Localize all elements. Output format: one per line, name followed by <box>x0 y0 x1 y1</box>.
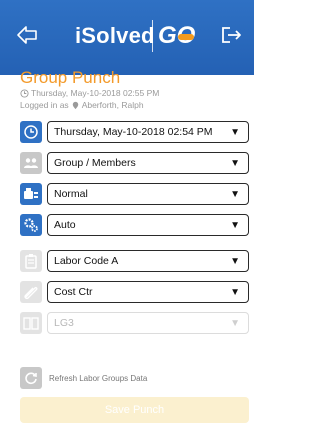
punch-type-row: Normal ▼ <box>20 183 249 205</box>
page-title: Group Punch <box>20 68 121 87</box>
current-time-line: Thursday, May-10-2018 02:55 PM <box>20 88 159 98</box>
labor-group-value: LG3 <box>54 317 74 329</box>
group-members-row: Group / Members ▼ <box>20 152 249 174</box>
labor-group-row: LG3 ▼ <box>20 312 249 334</box>
punch-type-icon <box>20 183 42 205</box>
chevron-down-icon: ▼ <box>230 286 240 298</box>
brand-name: iSolved <box>75 23 155 48</box>
labor-code-value: Labor Code A <box>54 255 119 267</box>
date-time-select[interactable]: Thursday, May-10-2018 02:54 PM ▼ <box>47 121 249 143</box>
current-time: Thursday, May-10-2018 02:55 PM <box>31 88 160 98</box>
brand-go-swoosh <box>178 34 194 40</box>
chevron-down-icon: ▼ <box>230 126 240 138</box>
clock-icon <box>20 121 42 143</box>
app-header: iSolved GO <box>0 0 254 75</box>
chevron-down-icon: ▼ <box>230 317 240 329</box>
refresh-label[interactable]: Refresh Labor Groups Data <box>49 374 147 383</box>
cost-center-icon <box>20 281 42 303</box>
date-time-row: Thursday, May-10-2018 02:54 PM ▼ <box>20 121 249 143</box>
refresh-labor-groups[interactable]: Refresh Labor Groups Data <box>20 367 147 389</box>
group-members-value: Group / Members <box>54 157 136 169</box>
labor-code-select[interactable]: Labor Code A ▼ <box>47 250 249 272</box>
punch-type-value: Normal <box>54 188 88 200</box>
save-punch-button[interactable]: Save Punch <box>20 397 249 423</box>
chevron-down-icon: ▼ <box>230 219 240 231</box>
back-arrow-icon[interactable] <box>14 22 40 48</box>
user-name: Aberforth, Ralph <box>81 100 144 110</box>
mode-select[interactable]: Auto ▼ <box>47 214 249 236</box>
labor-code-icon <box>20 250 42 272</box>
clock-small-icon <box>20 88 29 98</box>
mode-row: Auto ▼ <box>20 214 249 236</box>
group-members-icon <box>20 152 42 174</box>
chevron-down-icon: ▼ <box>230 188 240 200</box>
punch-type-select[interactable]: Normal ▼ <box>47 183 249 205</box>
refresh-icon[interactable] <box>20 367 42 389</box>
brand-divider <box>152 20 153 52</box>
labor-code-row: Labor Code A ▼ <box>20 250 249 272</box>
mode-value: Auto <box>54 219 76 231</box>
labor-group-select[interactable]: LG3 ▼ <box>47 312 249 334</box>
cost-center-row: Cost Ctr ▼ <box>20 281 249 303</box>
location-pin-icon <box>72 101 78 109</box>
cost-center-value: Cost Ctr <box>54 286 93 298</box>
logged-in-prefix: Logged in as <box>20 100 69 110</box>
chevron-down-icon: ▼ <box>230 157 240 169</box>
chevron-down-icon: ▼ <box>230 255 240 267</box>
logged-in-line: Logged in as Aberforth, Ralph <box>20 100 144 110</box>
date-time-value: Thursday, May-10-2018 02:54 PM <box>54 126 213 138</box>
labor-group-icon <box>20 312 42 334</box>
gears-icon <box>20 214 42 236</box>
logout-icon[interactable] <box>218 22 244 48</box>
group-members-select[interactable]: Group / Members ▼ <box>47 152 249 174</box>
cost-center-select[interactable]: Cost Ctr ▼ <box>47 281 249 303</box>
